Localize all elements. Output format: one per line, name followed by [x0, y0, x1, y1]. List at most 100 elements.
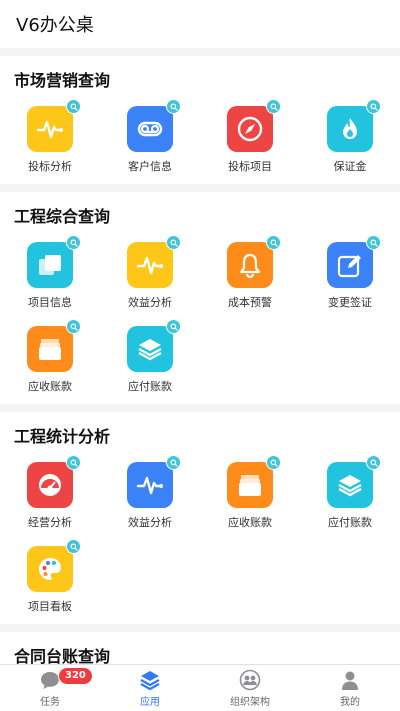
app-tile-label: 应收账款 — [28, 380, 72, 393]
search-icon — [266, 99, 281, 114]
app-icon-wrap — [327, 235, 381, 288]
search-icon — [66, 539, 81, 554]
compass-icon — [227, 106, 273, 152]
app-tile[interactable]: 投标项目 — [200, 99, 300, 174]
app-tile-label: 投标分析 — [28, 160, 72, 173]
folder-icon — [27, 326, 73, 372]
section-1: 工程综合查询项目信息 效益分析 成本预警 变更签证应收账款 应付账款 — [0, 192, 400, 404]
app-tile[interactable]: 应收账款 — [200, 455, 300, 530]
search-icon — [66, 99, 81, 114]
app-grid: 经营分析 效益分析 应收账款 应付账款项目看板 — [0, 455, 400, 618]
app-icon-wrap — [227, 455, 281, 508]
search-icon — [166, 235, 181, 250]
tab-label: 组织架构 — [230, 696, 270, 708]
search-icon — [66, 235, 81, 250]
app-tile-label: 经营分析 — [28, 516, 72, 529]
app-tile-label: 客户信息 — [128, 160, 172, 173]
app-icon-wrap — [27, 99, 81, 152]
app-tile-label: 应收账款 — [228, 516, 272, 529]
pulse-icon — [127, 242, 173, 288]
search-icon — [166, 99, 181, 114]
squares-icon — [27, 242, 73, 288]
app-tile[interactable]: 经营分析 — [0, 455, 100, 530]
app-tile-label: 应付账款 — [328, 516, 372, 529]
flame-icon — [327, 106, 373, 152]
app-tile-label: 应付账款 — [128, 380, 172, 393]
pulse-icon — [127, 462, 173, 508]
tab-label: 应用 — [140, 696, 160, 708]
app-root: V6办公桌 市场营销查询 投标分析 客户信息 投标项目 保证金 工程综合查询 项目信息 效益分… — [0, 0, 400, 711]
app-tile[interactable]: 应付账款 — [300, 455, 400, 530]
top-bar: V6办公桌 — [0, 0, 400, 48]
section-2: 工程统计分析经营分析 效益分析 应收账款 应付账款项目看板 — [0, 412, 400, 624]
tab-label: 我的 — [340, 696, 360, 708]
app-tile[interactable]: 应收账款 — [0, 319, 100, 394]
search-icon — [366, 99, 381, 114]
app-tile[interactable]: 投标分析 — [0, 99, 100, 174]
app-tile-label: 效益分析 — [128, 296, 172, 309]
bell-icon — [227, 242, 273, 288]
app-tile[interactable]: 效益分析 — [100, 455, 200, 530]
bottom-tab-bar: 任务 320 应用 组织架构 我的 — [0, 664, 400, 711]
tab-3[interactable]: 我的 — [300, 665, 400, 711]
app-icon-wrap — [27, 319, 81, 372]
app-tile[interactable]: 客户信息 — [100, 99, 200, 174]
app-tile[interactable]: 效益分析 — [100, 235, 200, 310]
app-tile-label: 保证金 — [333, 160, 367, 173]
app-icon-wrap — [127, 235, 181, 288]
search-icon — [266, 235, 281, 250]
search-icon — [166, 455, 181, 470]
app-icon-wrap — [227, 99, 281, 152]
app-grid: 投标分析 客户信息 投标项目 保证金 — [0, 99, 400, 178]
layers-icon — [327, 462, 373, 508]
search-icon — [366, 455, 381, 470]
app-tile-label: 变更签证 — [328, 296, 372, 309]
app-tile[interactable]: 应付账款 — [100, 319, 200, 394]
layers-icon — [139, 669, 161, 691]
app-tile-label: 成本预警 — [228, 296, 272, 309]
search-icon — [166, 319, 181, 334]
user-icon — [339, 669, 361, 691]
section-title: 工程统计分析 — [14, 427, 111, 446]
folder-icon — [227, 462, 273, 508]
org-icon — [239, 669, 261, 691]
pulse-icon — [27, 106, 73, 152]
app-icon-wrap — [27, 455, 81, 508]
app-tile[interactable]: 成本预警 — [200, 235, 300, 310]
app-grid: 项目信息 效益分析 成本预警 变更签证应收账款 应付账款 — [0, 235, 400, 398]
app-tile-label: 效益分析 — [128, 516, 172, 529]
app-tile-label: 投标项目 — [228, 160, 272, 173]
app-icon-wrap — [127, 319, 181, 372]
palette-icon — [27, 546, 73, 592]
section-title: 工程综合查询 — [14, 207, 111, 226]
section-title: 市场营销查询 — [14, 71, 111, 90]
tab-1[interactable]: 应用 — [100, 665, 200, 711]
notification-badge: 320 — [58, 667, 93, 685]
app-tile[interactable]: 变更签证 — [300, 235, 400, 310]
tab-0[interactable]: 任务 320 — [0, 665, 100, 711]
section-title: 合同台账查询 — [14, 647, 111, 664]
tab-label: 任务 — [40, 696, 60, 708]
app-icon-wrap — [327, 99, 381, 152]
gauge-icon — [27, 462, 73, 508]
app-tile[interactable]: 保证金 — [300, 99, 400, 174]
app-icon-wrap — [227, 235, 281, 288]
app-icon-wrap — [327, 455, 381, 508]
section-0: 市场营销查询投标分析 客户信息 投标项目 保证金 — [0, 56, 400, 184]
app-tile[interactable]: 项目看板 — [0, 539, 100, 614]
search-icon — [266, 455, 281, 470]
app-icon-wrap — [27, 235, 81, 288]
layers-icon — [127, 326, 173, 372]
search-icon — [66, 455, 81, 470]
search-icon — [366, 235, 381, 250]
app-icon-wrap — [127, 99, 181, 152]
voicemail-icon — [127, 106, 173, 152]
edit-icon — [327, 242, 373, 288]
tab-2[interactable]: 组织架构 — [200, 665, 300, 711]
app-tile-label: 项目信息 — [28, 296, 72, 309]
app-grid-content[interactable]: 市场营销查询 投标分析 客户信息 投标项目 保证金 工程综合查询 项目信息 效益分析 成本预警变… — [0, 48, 400, 664]
app-tile[interactable]: 项目信息 — [0, 235, 100, 310]
app-icon-wrap — [27, 539, 81, 592]
section-3: 合同台账查询 — [0, 632, 400, 664]
app-icon-wrap — [127, 455, 181, 508]
